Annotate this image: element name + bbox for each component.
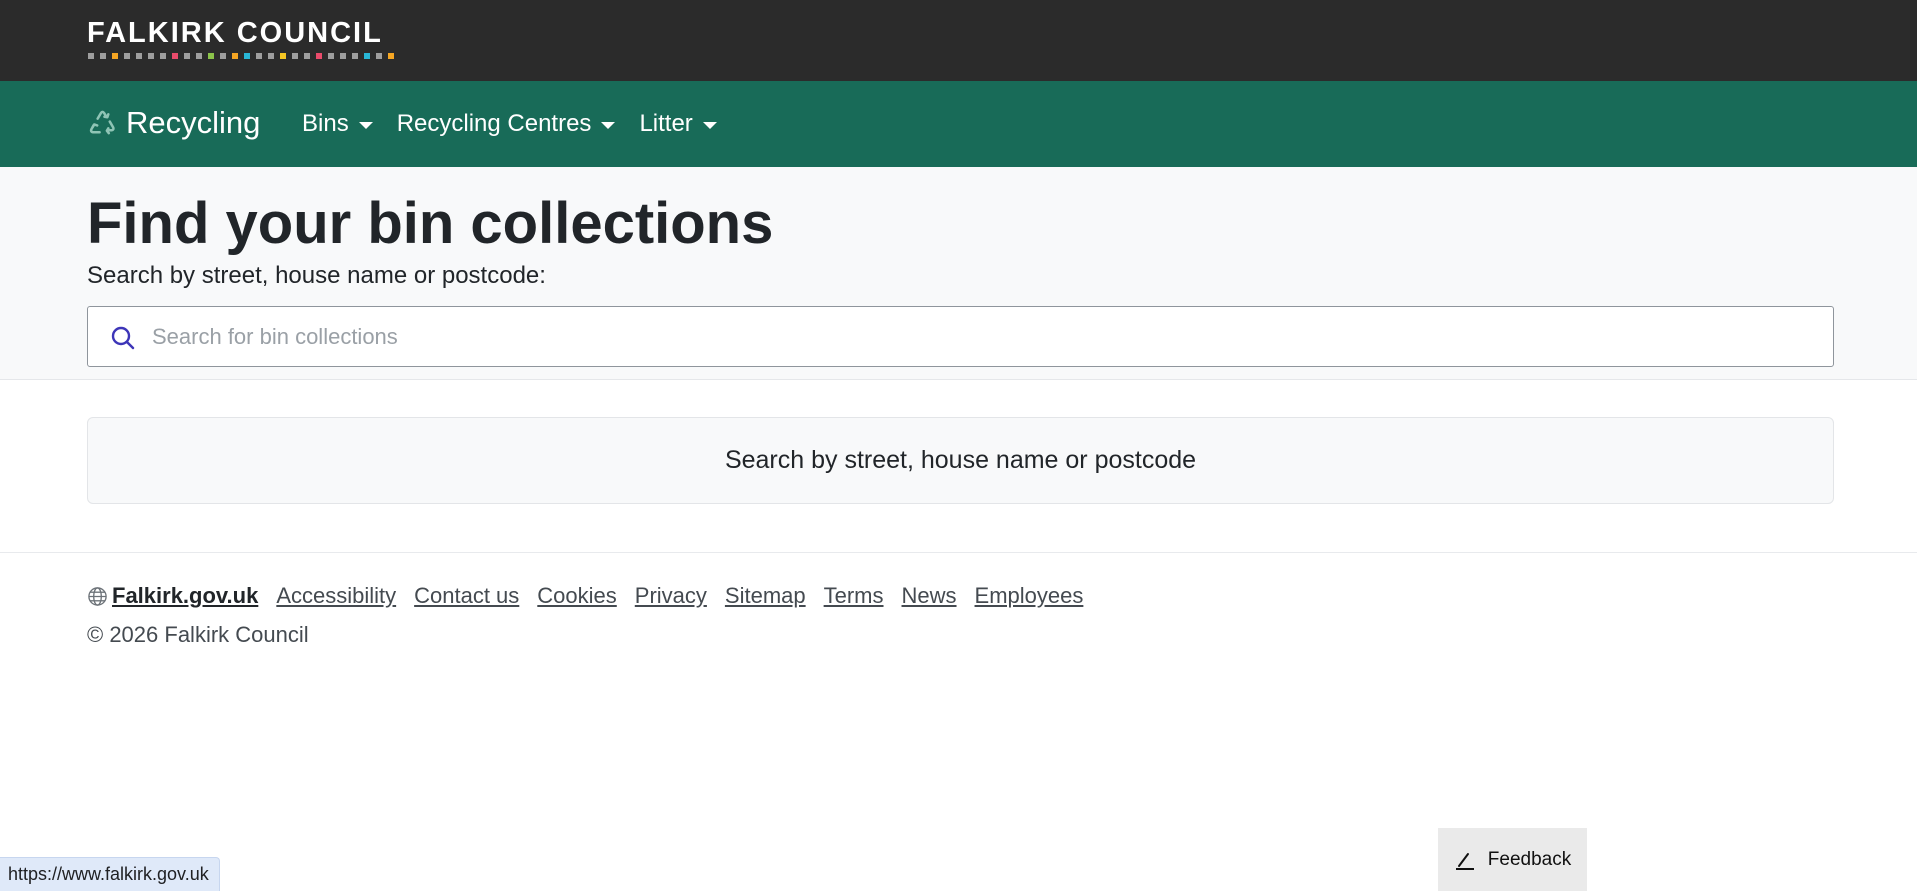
logo-dot [136,53,142,59]
logo-dot [268,53,274,59]
recycle-icon [89,110,115,134]
page-title: Find your bin collections [87,191,774,256]
logo-dot [376,53,382,59]
nav-litter-label: Litter [639,110,693,137]
nav-litter-dropdown[interactable]: Litter [639,107,717,141]
footer-link-privacy[interactable]: Privacy [635,581,707,611]
results-panel: Search by street, house name or postcode [87,417,1834,504]
logo-dot [352,53,358,59]
logo-dot [280,53,286,59]
logo-dot [112,53,118,59]
footer-link-falkirk-gov[interactable]: Falkirk.gov.uk [112,581,258,611]
main-navbar: Recycling Bins Recycling Centres Litter [0,81,1917,167]
footer-link-sitemap[interactable]: Sitemap [725,581,806,611]
logo-text: FALKIRK COUNCIL [87,17,383,49]
logo-dot [148,53,154,59]
logo-dot-strip [88,53,394,59]
caret-down-icon [702,121,717,129]
globe-icon [88,586,107,606]
caret-down-icon [358,121,373,129]
logo-dot [256,53,262,59]
footer-links: Falkirk.gov.uk Accessibility Contact us … [87,581,1083,611]
recycling-brand-link[interactable]: Recycling [87,103,260,143]
logo-dot [196,53,202,59]
nav-bins-dropdown[interactable]: Bins [302,107,373,141]
search-label: Search by street, house name or postcode… [87,262,546,289]
results-message: Search by street, house name or postcode [724,446,1197,474]
footer-home-link-wrapper: Falkirk.gov.uk [87,581,258,611]
logo-dot [328,53,334,59]
status-bar-url: https://www.falkirk.gov.uk [0,857,220,891]
feedback-label: Feedback [1487,848,1572,870]
feedback-button[interactable]: Feedback [1438,828,1587,891]
footer-link-contact-us[interactable]: Contact us [414,581,519,611]
logo-dot [220,53,226,59]
logo-dot [232,53,238,59]
logo-dot [172,53,178,59]
footer-link-news[interactable]: News [902,581,957,611]
logo-dot [304,53,310,59]
logo-dot [88,53,94,59]
site-header: FALKIRK COUNCIL [0,0,1917,81]
logo-dot [340,53,346,59]
nav-recycling-centres-dropdown[interactable]: Recycling Centres [397,107,616,141]
logo-dot [124,53,130,59]
search-icon [111,326,135,350]
search-box[interactable] [87,306,1834,367]
brand-label: Recycling [126,105,261,140]
logo-dot [244,53,250,59]
search-section: Find your bin collections Search by stre… [0,167,1917,380]
falkirk-council-logo[interactable]: FALKIRK COUNCIL [87,18,394,59]
logo-dot [184,53,190,59]
logo-dot [100,53,106,59]
caret-down-icon [601,121,616,129]
logo-dot [160,53,166,59]
nav-recycling-centres-label: Recycling Centres [396,110,592,137]
logo-dot [388,53,394,59]
nav-bins-label: Bins [302,110,349,137]
logo-dot [316,53,322,59]
site-footer: Falkirk.gov.uk Accessibility Contact us … [0,552,1917,891]
logo-dot [208,53,214,59]
pencil-icon [1455,852,1474,870]
footer-link-employees[interactable]: Employees [975,581,1084,611]
logo-dot [292,53,298,59]
logo-dot [364,53,370,59]
nav-menu: Bins Recycling Centres Litter [302,107,717,141]
search-input[interactable] [152,307,1812,366]
footer-link-cookies[interactable]: Cookies [537,581,616,611]
footer-link-accessibility[interactable]: Accessibility [276,581,396,611]
copyright-text: © 2026 Falkirk Council [87,622,309,647]
footer-link-terms[interactable]: Terms [824,581,884,611]
